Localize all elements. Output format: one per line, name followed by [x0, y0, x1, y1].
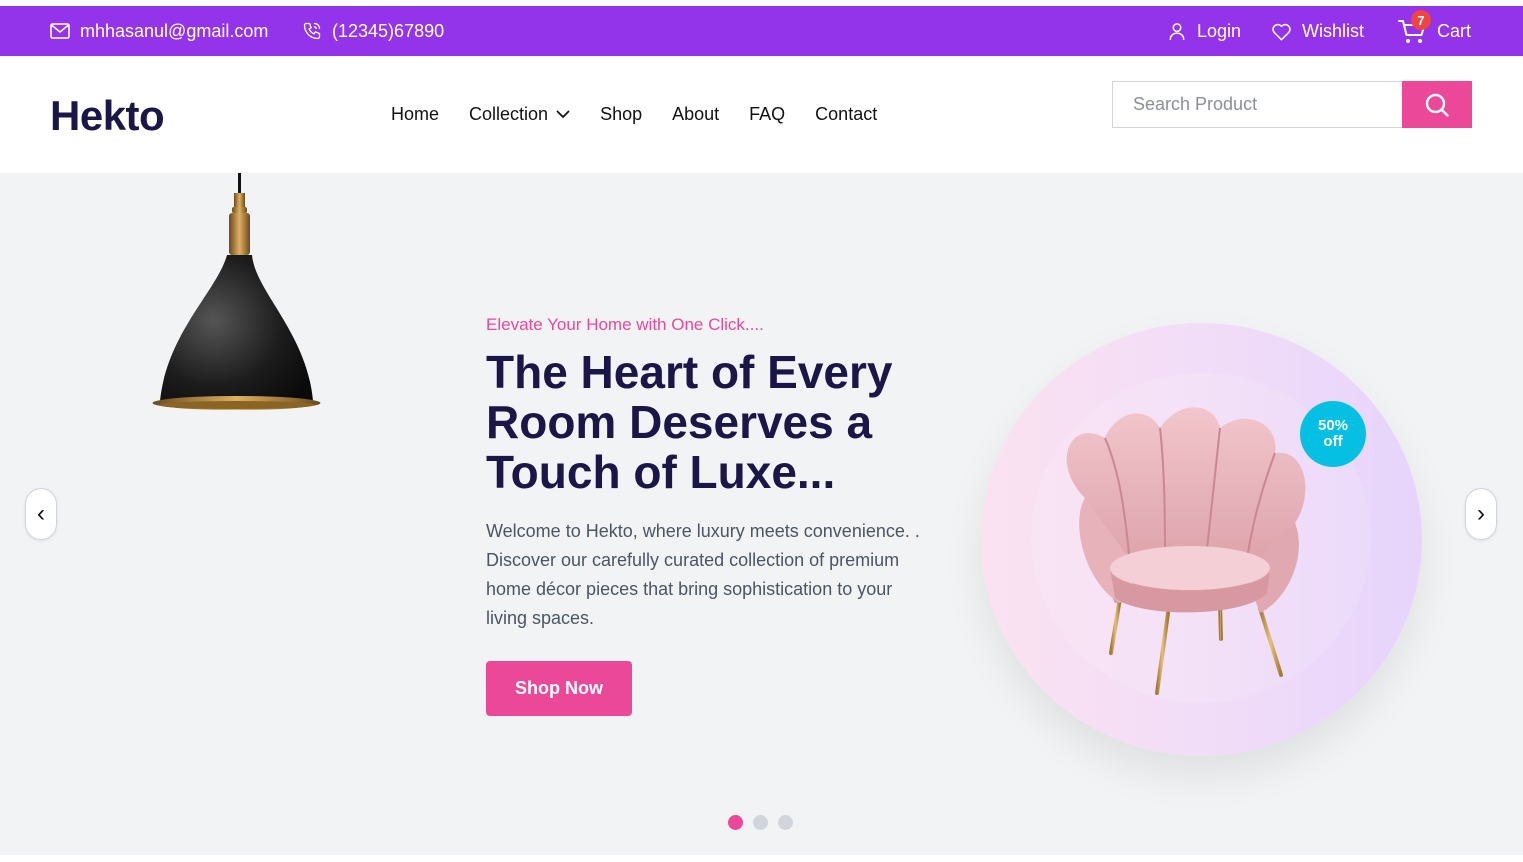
top-bar: mhhasanul@gmail.com (12345)67890 Login W… [0, 6, 1523, 56]
search-input[interactable] [1112, 81, 1403, 128]
search-button[interactable] [1402, 81, 1472, 128]
chevron-down-icon [556, 110, 570, 118]
cart-icon-wrapper: 7 [1397, 10, 1431, 46]
search-icon [1425, 93, 1449, 117]
phone-text: (12345)67890 [332, 20, 445, 41]
nav-shop[interactable]: Shop [600, 104, 642, 125]
hero-subtitle: Elevate Your Home with One Click.... [486, 315, 764, 334]
nav-collection[interactable]: Collection [469, 104, 570, 125]
nav-faq[interactable]: FAQ [749, 104, 785, 125]
chevron-left-icon: ‹ [37, 500, 45, 527]
cart-link[interactable]: 7 Cart [1397, 6, 1471, 56]
login-label: Login [1197, 20, 1242, 41]
phone-icon [303, 22, 321, 40]
slider-dot-1[interactable] [728, 815, 743, 830]
pink-armchair-image [1066, 407, 1306, 695]
mail-icon [50, 23, 70, 39]
search-bar [1112, 81, 1472, 128]
hero-description: Welcome to Hekto, where luxury meets con… [486, 521, 920, 628]
nav-contact[interactable]: Contact [815, 104, 877, 125]
logo[interactable]: Hekto [50, 92, 165, 140]
nav-collection-label: Collection [469, 104, 549, 124]
hero-slider: Elevate Your Home with One Click.... The… [0, 173, 1523, 855]
main-nav: Home Collection Shop About FAQ Contact [391, 104, 907, 125]
nav-about[interactable]: About [672, 104, 719, 125]
wishlist-label: Wishlist [1302, 20, 1364, 41]
heart-icon [1272, 23, 1291, 40]
prev-slide-button[interactable]: ‹ [25, 488, 57, 540]
cart-count-badge: 7 [1411, 10, 1431, 30]
shop-now-button[interactable]: Shop Now [486, 661, 632, 716]
slider-dot-3[interactable] [778, 815, 793, 830]
next-slide-button[interactable]: › [1465, 488, 1497, 540]
slider-dots [728, 815, 803, 830]
cart-label: Cart [1437, 20, 1472, 41]
main-header: Hekto Home Collection Shop About FAQ Con… [0, 56, 1523, 173]
contact-email[interactable]: mhhasanul@gmail.com [50, 6, 268, 56]
email-text: mhhasanul@gmail.com [80, 20, 269, 41]
user-icon [1169, 23, 1185, 41]
chevron-right-icon: › [1477, 500, 1485, 527]
contact-phone[interactable]: (12345)67890 [302, 6, 444, 56]
badge-percent: 50% [1317, 417, 1349, 434]
pendant-lamp-image [152, 173, 321, 410]
discount-badge: 50% off [1300, 401, 1366, 467]
wishlist-link[interactable]: Wishlist [1271, 6, 1364, 56]
hero-headline: The Heart of Every Room Deserves a Touch… [486, 346, 893, 498]
nav-home[interactable]: Home [391, 104, 439, 125]
slider-dot-2[interactable] [753, 815, 768, 830]
login-link[interactable]: Login [1167, 6, 1241, 56]
badge-off: off [1323, 433, 1343, 450]
